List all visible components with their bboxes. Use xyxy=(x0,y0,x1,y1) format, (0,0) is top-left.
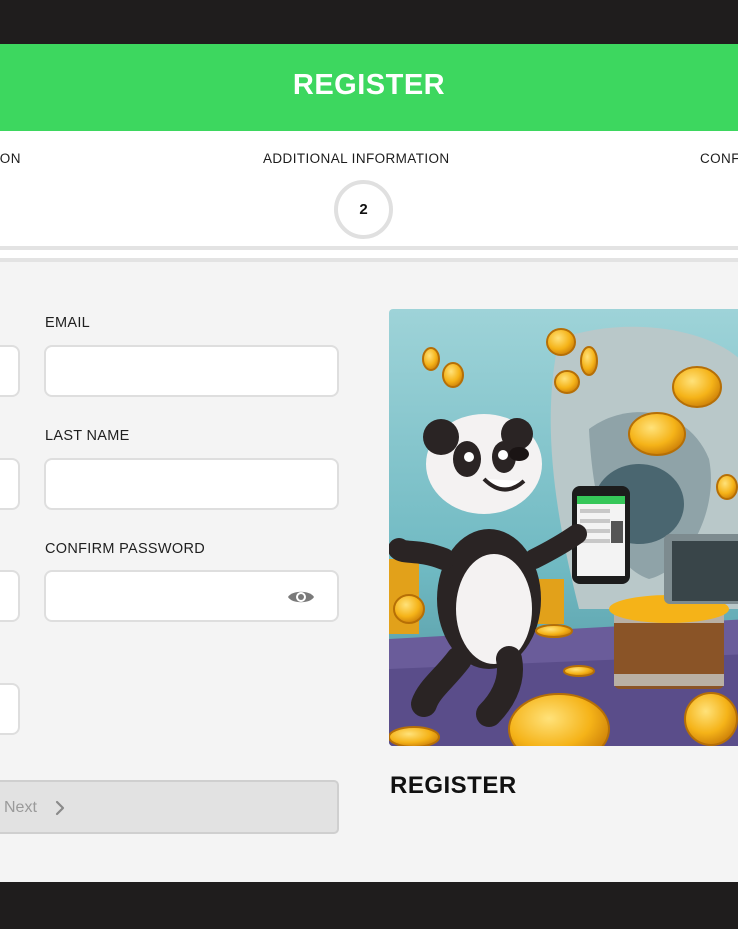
progress-track-line xyxy=(0,258,738,262)
next-button[interactable]: Next xyxy=(0,780,339,834)
step-2-indicator: 2 xyxy=(334,180,393,239)
last-name-field[interactable] xyxy=(44,458,339,510)
extra-field[interactable] xyxy=(0,683,20,735)
step-1-label: TION xyxy=(0,151,21,166)
eye-icon[interactable] xyxy=(287,588,315,606)
last-name-label: LAST NAME xyxy=(45,428,130,444)
next-button-label: Next xyxy=(4,799,37,816)
chevron-right-icon xyxy=(55,800,65,816)
email-label: EMAIL xyxy=(45,315,91,331)
progress-track-line xyxy=(0,246,738,250)
register-modal: REGISTER TION ADDITIONAL INFORMATION CON… xyxy=(0,44,738,882)
modal-header: REGISTER xyxy=(0,44,738,131)
step-2-label: ADDITIONAL INFORMATION xyxy=(263,151,450,166)
email-field[interactable] xyxy=(44,345,339,397)
confirm-password-field[interactable] xyxy=(44,570,339,622)
password-field[interactable] xyxy=(0,570,20,622)
step-3-label: CONF xyxy=(700,151,738,166)
confirm-password-label: CONFIRM PASSWORD xyxy=(45,541,206,557)
panda-illustration xyxy=(389,309,738,746)
modal-title: REGISTER xyxy=(292,69,446,101)
first-name-field[interactable] xyxy=(0,345,20,397)
first-name-field-2[interactable] xyxy=(0,458,20,510)
sidebar-title: REGISTER xyxy=(390,772,517,799)
